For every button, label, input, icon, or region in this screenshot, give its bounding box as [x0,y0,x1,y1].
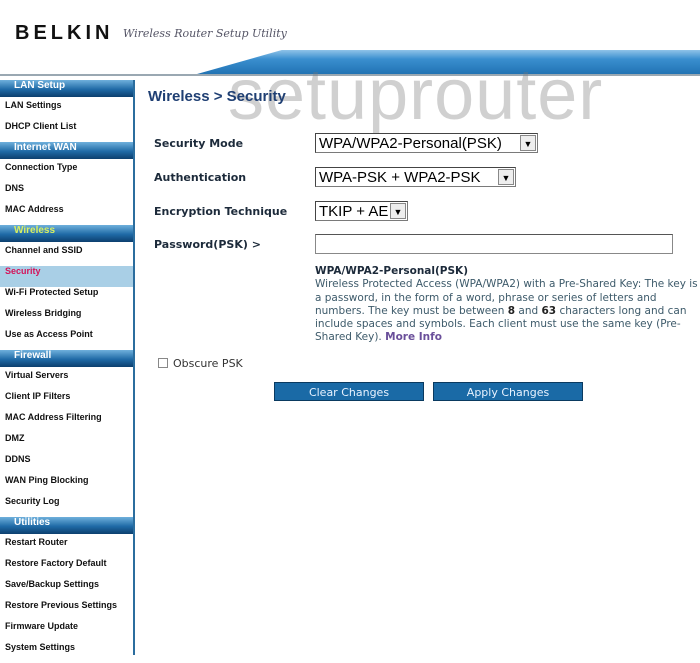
sidebar-item-firmware-update[interactable]: Firmware Update [0,621,133,642]
header-divider [0,74,700,76]
sidebar-item-restore-previous-settings[interactable]: Restore Previous Settings [0,600,133,621]
password-input[interactable] [315,234,673,254]
sidebar-item-system-settings[interactable]: System Settings [0,642,133,663]
sidebar-item-wan-ping-blocking[interactable]: WAN Ping Blocking [0,475,133,496]
encryption-select[interactable]: TKIP + AES ▼ [315,201,408,221]
sidebar-item-security-log[interactable]: Security Log [0,496,133,517]
belkin-logo: BELKIN [15,22,114,44]
encryption-label: Encryption Technique [154,205,288,218]
obscure-psk-checkbox[interactable] [158,358,168,368]
more-info-link[interactable]: More Info [385,331,442,343]
chevron-down-icon: ▼ [520,135,536,151]
sidebar-item-ddns[interactable]: DDNS [0,454,133,475]
sidebar-section-header: Firewall [0,350,133,370]
sidebar-section-header: LAN Setup [0,80,133,100]
info-title: WPA/WPA2-Personal(PSK) [315,265,468,277]
sidebar-item-restore-factory-default[interactable]: Restore Factory Default [0,558,133,579]
utility-subtitle: Wireless Router Setup Utility [123,27,287,40]
page-title: Wireless > Security [148,88,286,105]
sidebar-item-security[interactable]: Security [0,266,133,287]
security-mode-select[interactable]: WPA/WPA2-Personal(PSK) ▼ [315,133,538,153]
security-mode-label: Security Mode [154,137,244,150]
password-label: Password(PSK) > [154,238,261,251]
sidebar-item-wi-fi-protected-setup[interactable]: Wi-Fi Protected Setup [0,287,133,308]
header-swoosh [190,50,700,76]
sidebar-item-mac-address-filtering[interactable]: MAC Address Filtering [0,412,133,433]
authentication-label: Authentication [154,171,247,184]
chevron-down-icon: ▼ [390,203,406,219]
apply-changes-button[interactable]: Apply Changes [433,382,583,401]
sidebar-section-header: Utilities [0,517,133,537]
sidebar: LAN Setup LAN Settings DHCP Client List Int… [0,80,135,655]
sidebar-item-use-as-access-point[interactable]: Use as Access Point [0,329,133,350]
authentication-select[interactable]: WPA-PSK + WPA2-PSK ▼ [315,167,516,187]
chevron-down-icon: ▼ [498,169,514,185]
sidebar-item-virtual-servers[interactable]: Virtual Servers [0,370,133,391]
security-info: WPA/WPA2-Personal(PSK) Wireless Protecte… [315,265,700,345]
sidebar-item-save-backup-settings[interactable]: Save/Backup Settings [0,579,133,600]
clear-changes-button[interactable]: Clear Changes [274,382,424,401]
obscure-psk-label: Obscure PSK [173,357,243,370]
sidebar-item-lan-settings[interactable]: LAN Settings [0,100,133,121]
sidebar-section-header: Internet WAN [0,142,133,162]
sidebar-item-client-ip-filters[interactable]: Client IP Filters [0,391,133,412]
sidebar-item-mac-address[interactable]: MAC Address [0,204,133,225]
sidebar-item-connection-type[interactable]: Connection Type [0,162,133,183]
sidebar-item-wireless-bridging[interactable]: Wireless Bridging [0,308,133,329]
sidebar-item-dns[interactable]: DNS [0,183,133,204]
sidebar-item-channel-and-ssid[interactable]: Channel and SSID [0,245,133,266]
sidebar-section-header: Wireless [0,225,133,245]
sidebar-item-dmz[interactable]: DMZ [0,433,133,454]
sidebar-item-dhcp-client-list[interactable]: DHCP Client List [0,121,133,142]
sidebar-item-restart-router[interactable]: Restart Router [0,537,133,558]
